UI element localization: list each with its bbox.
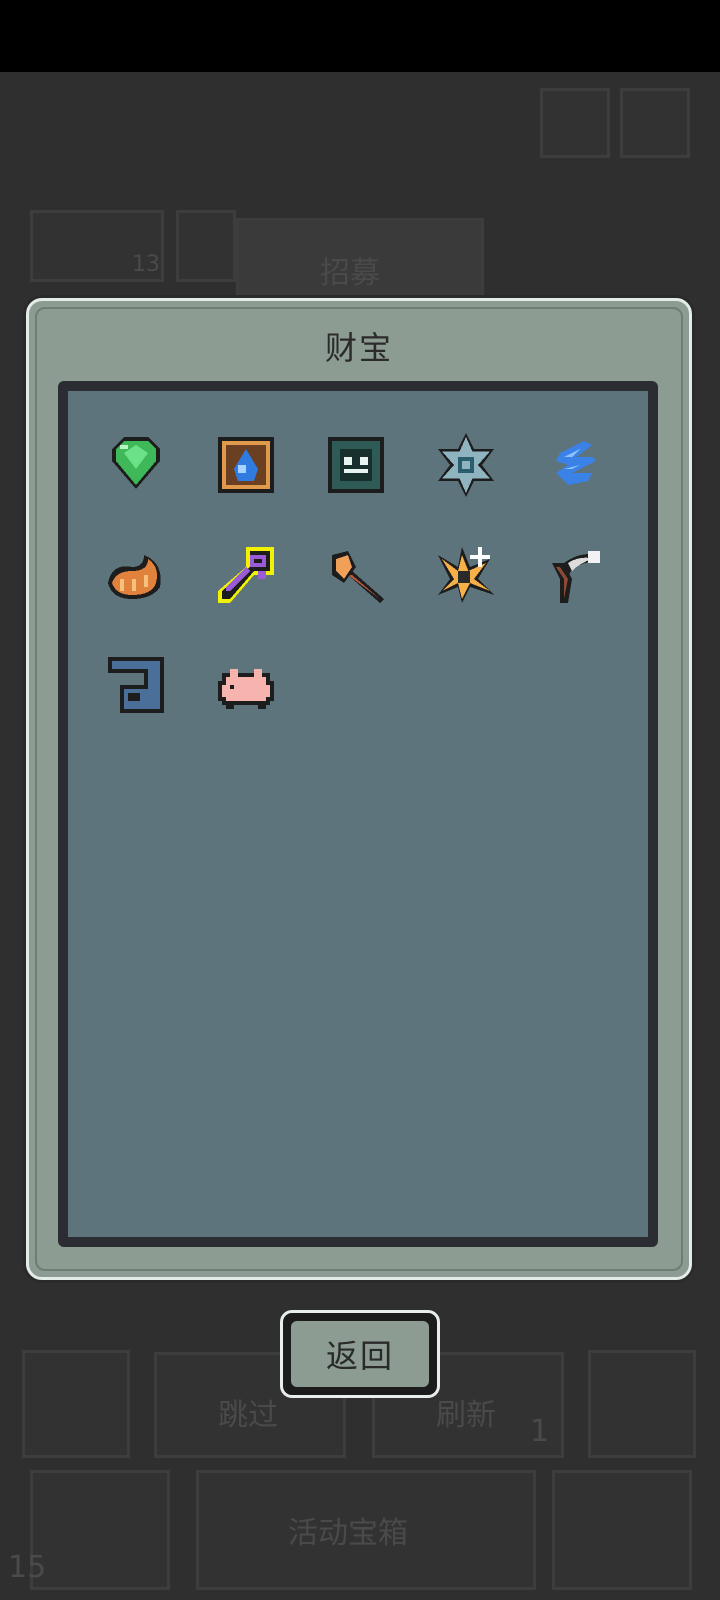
dark-cube-face-icon <box>328 437 384 493</box>
bg-recruit-tab-label: 招募 <box>320 256 380 291</box>
bg-pawn-slot <box>552 1470 692 1590</box>
green-gem-icon <box>112 437 160 489</box>
treasure-green-gem[interactable] <box>104 433 168 497</box>
treasure-dialog: 财宝 <box>26 298 692 1280</box>
treasure-blue-feather[interactable] <box>544 433 608 497</box>
back-button[interactable]: 返回 <box>280 1310 440 1398</box>
burst-star-icon <box>438 547 494 603</box>
gear-sawblade-icon <box>438 433 494 497</box>
treasure-panel <box>58 381 658 1247</box>
bg-hero-avatar-2 <box>176 210 236 282</box>
treasure-burst-star[interactable] <box>434 543 498 607</box>
treasure-pipe[interactable] <box>104 653 168 717</box>
bg-pawn-button <box>588 1350 696 1458</box>
bg-bottom-center-label: 活动宝箱 <box>288 1516 408 1551</box>
treasure-axe[interactable] <box>324 543 388 607</box>
back-button-label: 返回 <box>291 1321 429 1387</box>
treasure-purple-key[interactable] <box>214 543 278 607</box>
dialog-title: 财宝 <box>324 329 393 367</box>
bg-refresh-label: 刷新 <box>436 1398 496 1433</box>
pipe-icon <box>108 657 164 713</box>
blue-feather-icon <box>556 441 596 485</box>
bg-close-button <box>30 1470 170 1590</box>
bg-menu-button <box>620 88 690 158</box>
blue-drop-book-icon <box>218 437 274 493</box>
bg-refresh-count: 1 <box>530 1414 550 1449</box>
treasure-gear[interactable] <box>434 433 498 497</box>
bg-level-label: 15 <box>8 1550 47 1585</box>
treasure-pink-pig[interactable] <box>214 653 278 717</box>
pink-pig-icon <box>218 669 274 709</box>
bg-settings-button <box>540 88 610 158</box>
axe-icon <box>332 551 384 603</box>
purple-key-icon <box>218 547 274 603</box>
bg-skip-label: 跳过 <box>218 1398 278 1433</box>
status-bar <box>0 0 720 72</box>
croissant-icon <box>108 555 161 599</box>
bg-avatar-count: 13 <box>132 252 160 277</box>
treasure-croissant[interactable] <box>104 543 168 607</box>
treasure-slingshot[interactable] <box>544 543 608 607</box>
bg-gem-button <box>22 1350 130 1458</box>
slingshot-icon <box>552 551 600 603</box>
treasure-blue-drop-book[interactable] <box>214 433 278 497</box>
treasure-dark-cube[interactable] <box>324 433 388 497</box>
